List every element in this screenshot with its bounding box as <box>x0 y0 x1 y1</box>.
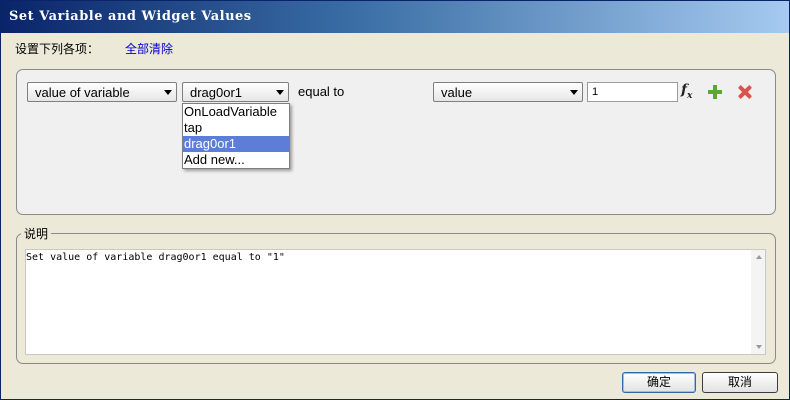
target-select[interactable]: value of variable <box>27 82 177 102</box>
fx-sub: x <box>687 90 693 101</box>
fx-icon[interactable]: fx <box>681 82 697 102</box>
chevron-down-icon <box>164 90 172 95</box>
chevron-down-icon <box>570 90 578 95</box>
set-items-prompt: 设置下列各项： <box>15 42 100 56</box>
scroll-up-icon[interactable] <box>756 255 762 259</box>
title-bar: Set Variable and Widget Values <box>1 1 789 33</box>
value-input[interactable] <box>587 82 678 102</box>
plus-icon[interactable] <box>708 85 722 99</box>
dialog-window: Set Variable and Widget Values 设置下列各项： 全… <box>0 0 790 400</box>
close-icon[interactable] <box>738 85 752 99</box>
description-scrollbar[interactable] <box>751 250 765 354</box>
dropdown-option-onloadvariable[interactable]: OnLoadVariable <box>183 104 289 120</box>
clear-all-link[interactable]: 全部清除 <box>125 40 173 57</box>
dropdown-option-tap[interactable]: tap <box>183 120 289 136</box>
window-title: Set Variable and Widget Values <box>9 9 252 24</box>
target-select-value: value of variable <box>35 85 130 100</box>
description-textarea[interactable]: Set value of variable drag0or1 equal to … <box>25 249 766 355</box>
description-text: Set value of variable drag0or1 equal to … <box>26 252 285 263</box>
description-label: 说明 <box>21 225 52 242</box>
ok-button[interactable]: 确定 <box>622 372 696 393</box>
variable-select-value: drag0or1 <box>190 85 243 100</box>
value-type-select[interactable]: value <box>433 82 583 102</box>
dropdown-option-add-new[interactable]: Add new... <box>183 152 289 168</box>
dropdown-option-drag0or1[interactable]: drag0or1 <box>183 136 289 152</box>
variable-select[interactable]: drag0or1 <box>182 82 289 102</box>
chevron-down-icon <box>276 90 284 95</box>
operator-label: equal to <box>298 84 345 99</box>
cancel-button[interactable]: 取消 <box>702 372 778 393</box>
variable-dropdown-list: OnLoadVariable tap drag0or1 Add new... <box>182 103 290 169</box>
scroll-down-icon[interactable] <box>756 345 762 349</box>
value-type-select-value: value <box>441 85 473 100</box>
